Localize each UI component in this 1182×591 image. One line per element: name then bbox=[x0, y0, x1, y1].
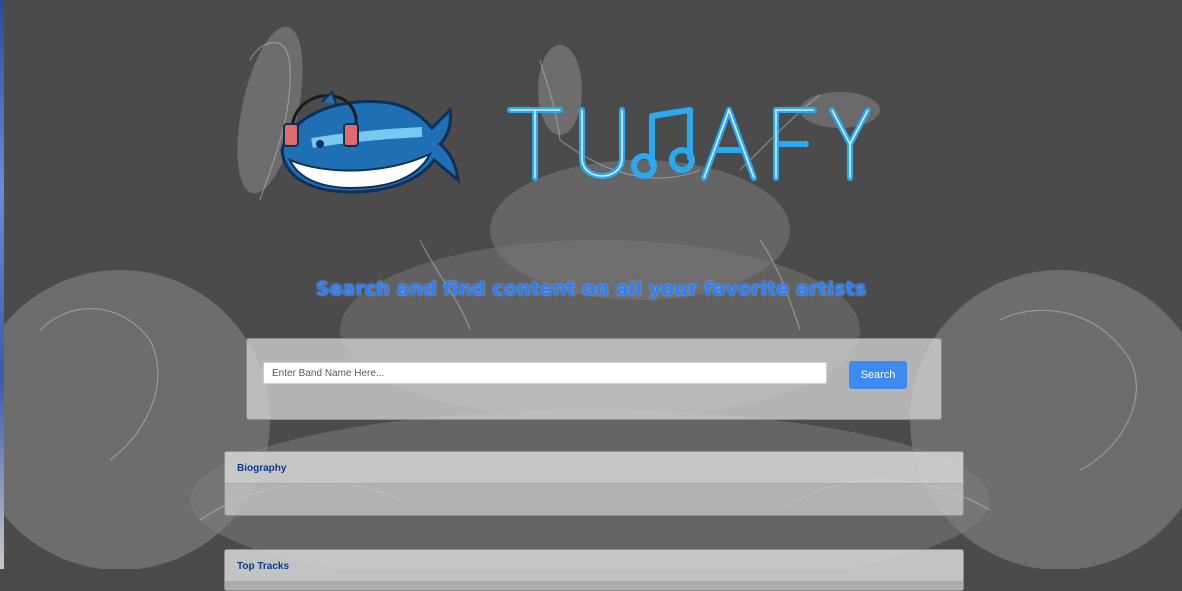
band-search-input[interactable] bbox=[263, 362, 827, 384]
tuna-with-headphones-icon bbox=[280, 90, 460, 194]
app-logo[interactable] bbox=[272, 88, 872, 198]
biography-title: Biography bbox=[225, 452, 963, 484]
biography-card: Biography bbox=[224, 451, 964, 516]
brand-wordmark bbox=[507, 107, 871, 181]
top-tracks-title: Top Tracks bbox=[225, 550, 963, 582]
tagline: Search and find content on all your favo… bbox=[315, 278, 867, 300]
search-panel: Search bbox=[246, 338, 942, 420]
search-button[interactable]: Search bbox=[849, 361, 907, 389]
top-tracks-card: Top Tracks bbox=[224, 549, 964, 591]
